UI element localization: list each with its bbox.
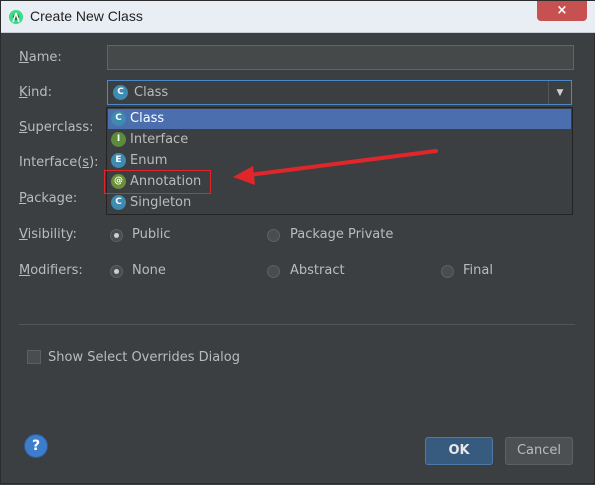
show-overrides-checkbox[interactable] [27,350,41,364]
modifier-abstract-radio[interactable] [267,265,280,278]
help-icon[interactable]: ? [25,435,47,457]
kind-option-interface[interactable]: I Interface [108,130,571,150]
modifier-abstract-label: Abstract [290,263,345,278]
ok-button[interactable]: OK [425,437,493,465]
android-studio-icon [9,10,23,24]
chevron-down-icon[interactable]: ▼ [548,81,571,104]
interfaces-label-pre: Interface( [19,155,83,170]
kind-option-label: Singleton [130,195,192,210]
name-field[interactable] [107,45,574,70]
kind-option-enum[interactable]: E Enum [108,151,571,171]
interfaces-label-post: ): [89,155,99,170]
kind-option-label: Interface [130,132,189,147]
visibility-label-mnemonic: V [19,227,28,242]
name-label-mnemonic: N [19,50,29,65]
kind-dropdown-list: C Class I Interface E Enum @ Annotation … [106,107,573,215]
visibility-package-private-radio[interactable] [267,229,280,242]
interfaces-label: Interface(s): [19,155,99,170]
kind-label-mnemonic: K [19,85,28,100]
annotation-highlight-box [104,170,211,194]
modifiers-label: Modifiers: [19,263,83,278]
visibility-public-label: Public [132,227,171,242]
annotation-arrow-icon [233,149,438,185]
modifier-none-radio[interactable] [110,265,123,278]
name-label: Name: [19,50,62,65]
package-label-rest: ackage: [26,191,78,206]
singleton-icon: C [111,195,126,210]
modifiers-label-rest: odifiers: [30,263,83,278]
modifiers-label-mnemonic: M [19,263,31,278]
kind-option-label: Class [130,111,165,126]
create-new-class-dialog: Create New Class × Name: Kind: C Class ▼… [0,0,595,484]
kind-combobox[interactable]: C Class ▼ [107,80,572,105]
window-title: Create New Class [30,8,143,24]
visibility-public-radio[interactable] [110,229,123,242]
modifier-final-label: Final [463,263,493,278]
kind-label: Kind: [19,85,52,100]
class-icon: C [113,85,128,100]
visibility-package-private-label: Package Private [290,227,394,242]
kind-option-label: Enum [130,153,168,168]
enum-icon: E [111,153,126,168]
visibility-label-rest: isibility: [27,227,77,242]
separator [19,324,575,325]
package-label: Package: [19,191,77,206]
title-bar: Create New Class × [1,1,595,33]
show-overrides-label: Show Select Overrides Dialog [48,350,241,365]
interface-icon: I [111,132,126,147]
class-icon: C [111,111,126,126]
visibility-label: Visibility: [19,227,77,242]
kind-label-rest: ind: [27,85,53,100]
kind-option-class[interactable]: C Class [108,109,571,129]
modifier-final-radio[interactable] [441,265,454,278]
superclass-label-rest: uperclass: [27,120,94,135]
modifier-none-label: None [132,263,166,278]
kind-selected-value: Class [134,85,169,100]
cancel-button[interactable]: Cancel [505,437,573,465]
kind-option-singleton[interactable]: C Singleton [108,193,571,213]
superclass-label: Superclass: [19,120,93,135]
name-label-rest: ame: [28,50,62,65]
close-button[interactable]: × [537,1,587,21]
